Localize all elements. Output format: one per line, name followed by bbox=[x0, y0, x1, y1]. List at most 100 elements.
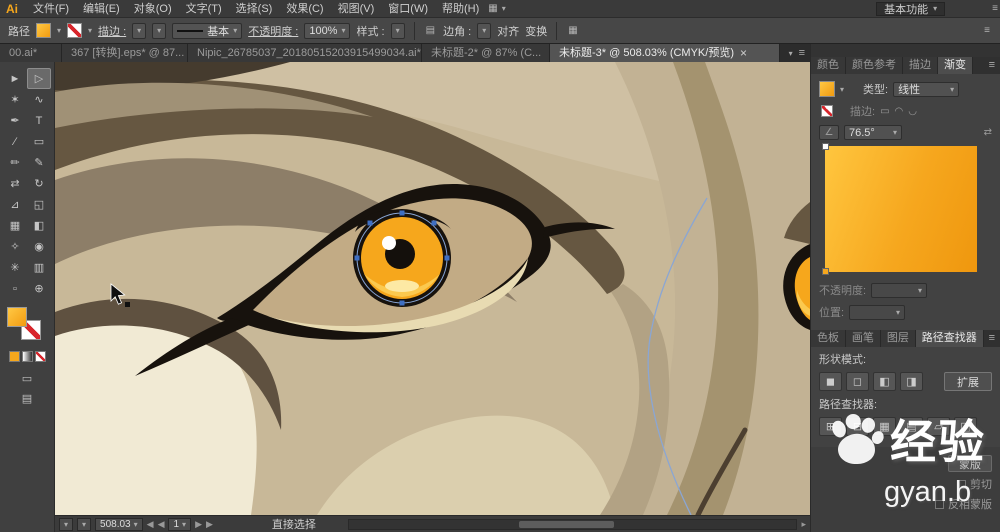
variable-width-dropdown[interactable]: ▾ bbox=[152, 22, 167, 39]
style-dropdown[interactable]: ▾ bbox=[390, 22, 405, 39]
symbol-sprayer-tool[interactable]: ✳ bbox=[3, 257, 27, 278]
opacity-panel-link[interactable]: 不透明度 : bbox=[248, 23, 298, 39]
fill-color-swatch[interactable] bbox=[36, 23, 51, 38]
status-mini-select-1[interactable]: ▾ bbox=[59, 517, 74, 531]
lasso-tool[interactable]: ∿ bbox=[27, 89, 51, 110]
tab-pathfinder[interactable]: 路径查找器 bbox=[915, 330, 984, 347]
panel-menu-icon[interactable]: ≡ bbox=[984, 330, 1000, 347]
gradient-fill-swatch[interactable] bbox=[819, 81, 835, 97]
reverse-gradient-icon[interactable]: ⇄ bbox=[984, 127, 992, 138]
fill-proxy-swatch[interactable] bbox=[7, 307, 27, 327]
prev-artboard-icon[interactable]: ◀ bbox=[158, 519, 165, 530]
gradient-stroke-swatch[interactable] bbox=[821, 105, 833, 117]
gradient-position-dropdown[interactable]: ▾ bbox=[849, 304, 906, 320]
gradient-angle-dropdown[interactable]: 76.5° ▾ bbox=[844, 125, 902, 140]
magic-wand-tool[interactable]: ✶ bbox=[3, 89, 27, 110]
menu-edit[interactable]: 编辑(E) bbox=[76, 0, 127, 18]
stroke-panel-link[interactable]: 描边 : bbox=[98, 23, 126, 39]
artboard-number-dropdown[interactable]: 1 ▾ bbox=[168, 517, 192, 531]
screen-mode-icon[interactable]: ▤ bbox=[22, 392, 32, 405]
doc-tab-2[interactable]: 367 [转换].eps* @ 87... bbox=[62, 44, 188, 62]
tab-color-guide[interactable]: 颜色参考 bbox=[846, 57, 903, 74]
menu-file[interactable]: 文件(F) bbox=[26, 0, 76, 18]
artboard-tool[interactable]: ▫ bbox=[3, 278, 27, 299]
pen-tool[interactable]: ✒ bbox=[3, 110, 27, 131]
scale-tool[interactable]: ⊿ bbox=[3, 194, 27, 215]
fill-caret-icon[interactable]: ▾ bbox=[57, 26, 61, 35]
menubar-menu-icon[interactable]: ≡ bbox=[992, 3, 998, 14]
opacity-dropdown[interactable]: 100% ▾ bbox=[304, 22, 351, 39]
tab-gradient[interactable]: 渐变 bbox=[938, 57, 973, 74]
gradient-type-dropdown[interactable]: 线性 ▾ bbox=[893, 81, 960, 97]
gradient-tool[interactable]: ◧ bbox=[27, 215, 51, 236]
draw-mode-icon[interactable]: ▭ bbox=[22, 372, 32, 385]
menu-select[interactable]: 选择(S) bbox=[229, 0, 280, 18]
tab-overflow-caret-icon[interactable]: ▾ bbox=[789, 49, 793, 58]
menu-effect[interactable]: 效果(C) bbox=[279, 0, 330, 18]
intersect-button[interactable]: ◧ bbox=[873, 372, 896, 391]
minus-front-button[interactable]: ◻ bbox=[846, 372, 869, 391]
doc-tab-1[interactable]: 00.ai* bbox=[0, 44, 62, 62]
eyedropper-tool[interactable]: ✧ bbox=[3, 236, 27, 257]
menu-object[interactable]: 对象(O) bbox=[127, 0, 179, 18]
scrollbar-thumb[interactable] bbox=[518, 520, 614, 528]
rectangle-tool[interactable]: ▭ bbox=[27, 131, 51, 152]
panel-menu-icon[interactable]: ≡ bbox=[984, 57, 1000, 74]
gradient-stop-handle[interactable] bbox=[822, 268, 829, 275]
width-tool[interactable]: ⇄ bbox=[3, 173, 27, 194]
menu-window[interactable]: 窗口(W) bbox=[381, 0, 435, 18]
expand-button[interactable]: 扩展 bbox=[944, 372, 992, 391]
arrange-documents-caret-icon[interactable]: ▾ bbox=[502, 4, 506, 13]
stroke-color-swatch[interactable] bbox=[67, 23, 83, 38]
arrange-documents-icon[interactable]: ▦ bbox=[488, 3, 497, 14]
menu-view[interactable]: 视图(V) bbox=[331, 0, 382, 18]
tab-brushes[interactable]: 画笔 bbox=[845, 330, 881, 347]
mesh-tool[interactable]: ▦ bbox=[3, 215, 27, 236]
pencil-tool[interactable]: ✎ bbox=[27, 152, 51, 173]
stroke-caret-icon[interactable]: ▾ bbox=[88, 26, 92, 35]
close-tab-icon[interactable]: × bbox=[740, 44, 747, 62]
gradient-swatch-caret-icon[interactable]: ▾ bbox=[840, 85, 844, 94]
gradient-preview[interactable] bbox=[822, 143, 977, 275]
zoom-tool[interactable]: ⊕ bbox=[27, 278, 51, 299]
blend-tool[interactable]: ◉ bbox=[27, 236, 51, 257]
brush-definition-dropdown[interactable]: 基本 ▾ bbox=[172, 22, 243, 39]
align-button[interactable]: 对齐 bbox=[497, 23, 519, 39]
doc-tab-5-active[interactable]: 未标题-3* @ 508.03% (CMYK/预览) × bbox=[550, 44, 780, 62]
menu-help[interactable]: 帮助(H) bbox=[435, 0, 486, 18]
none-button[interactable] bbox=[34, 351, 46, 362]
menu-type[interactable]: 文字(T) bbox=[179, 0, 229, 18]
first-artboard-icon[interactable]: ◀ bbox=[147, 519, 154, 530]
gradient-opacity-dropdown[interactable]: ▾ bbox=[871, 282, 928, 298]
exclude-button[interactable]: ◨ bbox=[900, 372, 923, 391]
artboard-canvas[interactable] bbox=[55, 62, 810, 515]
last-artboard-icon[interactable]: ▶ bbox=[206, 519, 213, 530]
column-graph-tool[interactable]: ▥ bbox=[27, 257, 51, 278]
corner-dropdown[interactable]: ▾ bbox=[477, 22, 492, 39]
shape-builder-tool[interactable]: ◱ bbox=[27, 194, 51, 215]
controlbar-menu-icon[interactable]: ≡ bbox=[984, 25, 990, 36]
rotate-tool[interactable]: ↻ bbox=[27, 173, 51, 194]
workspace-switcher[interactable]: 基本功能 ▾ bbox=[876, 1, 946, 16]
direct-selection-tool[interactable]: ▷ bbox=[27, 68, 51, 89]
gradient-stop-handle[interactable] bbox=[822, 143, 829, 150]
selection-tool[interactable]: ► bbox=[3, 68, 27, 89]
gradient-ramp[interactable] bbox=[825, 146, 977, 272]
transform-button[interactable]: 变换 bbox=[525, 23, 547, 39]
doc-tab-4[interactable]: 未标题-2* @ 87% (C... bbox=[422, 44, 550, 62]
isolate-icon[interactable]: ▦ bbox=[568, 25, 577, 36]
scroll-right-icon[interactable]: ▸ bbox=[801, 519, 806, 530]
recolor-artwork-icon[interactable]: ▤ bbox=[426, 25, 435, 36]
tab-swatches[interactable]: 色板 bbox=[811, 330, 846, 347]
line-segment-tool[interactable]: ∕ bbox=[3, 131, 27, 152]
color-button[interactable] bbox=[8, 351, 20, 362]
type-tool[interactable]: T bbox=[27, 110, 51, 131]
tab-stroke[interactable]: 描边 bbox=[903, 57, 938, 74]
tab-color[interactable]: 颜色 bbox=[811, 57, 846, 74]
doc-tab-3[interactable]: Nipic_26785037_20180515203915499034.ai* bbox=[188, 44, 422, 62]
tab-layers[interactable]: 图层 bbox=[880, 330, 916, 347]
unite-button[interactable]: ◼ bbox=[819, 372, 842, 391]
next-artboard-icon[interactable]: ▶ bbox=[195, 519, 202, 530]
paintbrush-tool[interactable]: ✏ bbox=[3, 152, 27, 173]
gradient-button[interactable] bbox=[21, 351, 33, 362]
